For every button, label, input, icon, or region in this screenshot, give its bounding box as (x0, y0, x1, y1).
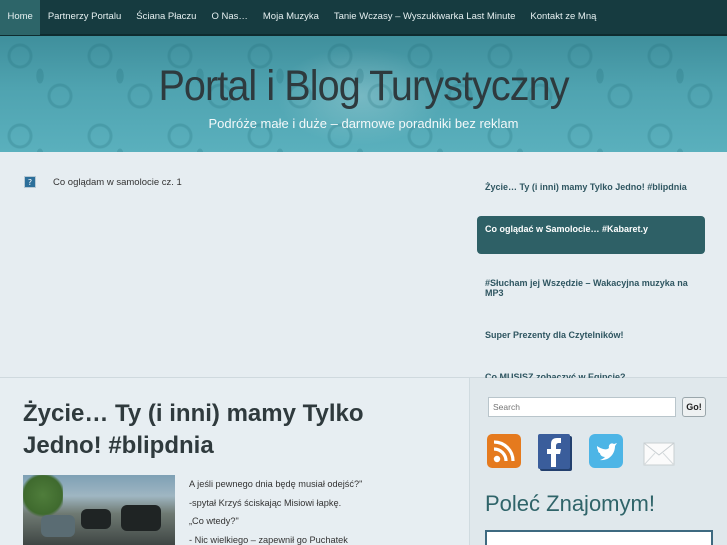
nav-item-contact[interactable]: Kontakt ze Mną (523, 0, 604, 35)
featured-list-item[interactable]: Życie… Ty (i inni) mamy Tylko Jedno! #bl… (477, 174, 705, 200)
rss-icon[interactable] (487, 434, 521, 468)
post-line: -spytał Krzyś ściskając Misiowi łapkę. (189, 497, 342, 508)
twitter-icon[interactable] (589, 434, 623, 468)
recommend-widget[interactable] (485, 530, 713, 545)
site-title[interactable]: Portal i Blog Turystyczny (29, 62, 698, 111)
nav-item-music[interactable]: Moja Muzyka (255, 0, 326, 35)
top-navigation: Home Partnerzy Portalu Ściana Płaczu O N… (0, 0, 727, 36)
post-line: „Co wtedy?" (189, 516, 239, 526)
post-line: A jeśli pewnego dnia będę musiał odejść?… (189, 479, 363, 489)
featured-slider: ? Co oglądam w samolocie cz. 1 Życie… Ty… (0, 152, 727, 382)
post-excerpt: A jeśli pewnego dnia będę musiał odejść?… (189, 478, 362, 545)
nav-item-last-minute[interactable]: Tanie Wczasy – Wyszukiwarka Last Minute (326, 0, 523, 35)
search-input[interactable] (488, 397, 676, 417)
nav-item-wall[interactable]: Ściana Płaczu (129, 0, 204, 35)
nav-item-partners[interactable]: Partnerzy Portalu (40, 0, 128, 35)
recommend-heading: Poleć Znajomym! (485, 491, 655, 516)
post-line: - Nic wielkiego – zapewnił go Puchatek (189, 534, 348, 545)
featured-post-list: Życie… Ty (i inni) mamy Tylko Jedno! #bl… (477, 174, 705, 406)
site-tagline: Podróże małe i duże – darmowe poradniki … (208, 116, 519, 131)
post-title[interactable]: Życie… Ty (i inni) mamy Tylko Jedno! #bl… (23, 398, 443, 462)
header-banner: Portal i Blog Turystyczny Podróże małe i… (0, 36, 727, 152)
facebook-icon[interactable] (538, 434, 570, 469)
nav-item-home[interactable]: Home (0, 0, 41, 35)
featured-video-title[interactable]: Co oglądam w samolocie cz. 1 (53, 177, 182, 188)
featured-list-item[interactable]: #Słucham jej Wszędzie – Wakacyjna muzyka… (477, 270, 705, 306)
motorcycle-shape (81, 509, 111, 529)
featured-list-item-active[interactable]: Co oglądać w Samolocie… #Kabaret.y (477, 216, 705, 254)
nav-item-about[interactable]: O Nas… (204, 0, 255, 35)
car-shape (41, 515, 75, 537)
post-thumbnail[interactable] (23, 475, 175, 545)
motorcycle-shape (121, 505, 161, 531)
search-go-button[interactable]: Go! (682, 397, 706, 417)
mail-icon[interactable] (643, 440, 675, 468)
tree-shape (23, 475, 63, 520)
featured-list-item[interactable]: Super Prezenty dla Czytelników! (477, 322, 705, 348)
video-icon[interactable]: ? (24, 176, 36, 188)
